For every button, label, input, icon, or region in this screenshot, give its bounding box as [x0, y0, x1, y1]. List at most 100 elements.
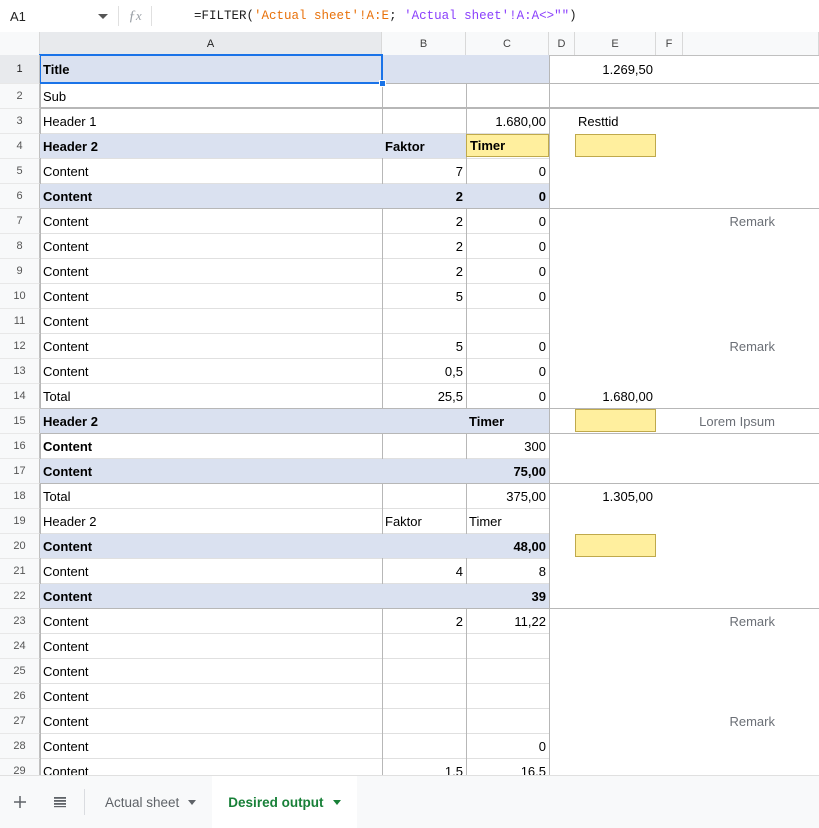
- row-header-24[interactable]: 24: [0, 634, 40, 659]
- cell-C3[interactable]: 1.680,00: [466, 109, 549, 133]
- sheet-tab-actual-sheet[interactable]: Actual sheet: [89, 776, 212, 828]
- cell-B20[interactable]: [382, 534, 466, 558]
- cell-B1[interactable]: [382, 55, 466, 83]
- cell-C20[interactable]: 48,00: [466, 534, 549, 558]
- cell-B5[interactable]: 7: [382, 159, 466, 183]
- cell-C17[interactable]: 75,00: [466, 459, 549, 483]
- cell-A3[interactable]: Header 1: [40, 109, 382, 133]
- cell-A16[interactable]: Content: [40, 434, 382, 458]
- cell-E20[interactable]: [575, 534, 656, 557]
- cell-A19[interactable]: Header 2: [40, 509, 382, 533]
- cell-B8[interactable]: 2: [382, 234, 466, 258]
- row-header-17[interactable]: 17: [0, 459, 40, 484]
- cell-E1[interactable]: 1.269,50: [575, 55, 656, 83]
- cell-E4[interactable]: [575, 134, 656, 157]
- cell-B15[interactable]: [382, 409, 466, 433]
- row-header-9[interactable]: 9: [0, 259, 40, 284]
- cell-A5[interactable]: Content: [40, 159, 382, 183]
- cell-C19[interactable]: Timer: [466, 509, 549, 533]
- cell-B17[interactable]: [382, 459, 466, 483]
- cell-A21[interactable]: Content: [40, 559, 382, 583]
- cell-A9[interactable]: Content: [40, 259, 382, 283]
- row-header-27[interactable]: 27: [0, 709, 40, 734]
- row-header-2[interactable]: 2: [0, 84, 40, 109]
- cell-B22[interactable]: [382, 584, 466, 608]
- sheet-cells[interactable]: Title 1.269,50 Sub Header 1 1.680,00 Resttid H…: [39, 54, 819, 776]
- cell-A15[interactable]: Header 2: [40, 409, 382, 433]
- cell-A24[interactable]: Content: [40, 634, 382, 658]
- cell-A4[interactable]: Header 2: [40, 134, 382, 158]
- cell-B23[interactable]: 2: [382, 609, 466, 633]
- cell-A26[interactable]: Content: [40, 684, 382, 708]
- cell-A28[interactable]: Content: [40, 734, 382, 758]
- row-header-10[interactable]: 10: [0, 284, 40, 309]
- row-header-12[interactable]: 12: [0, 334, 40, 359]
- cell-C29[interactable]: 16,5: [466, 759, 549, 776]
- row-header-20[interactable]: 20: [0, 534, 40, 559]
- cell-B19[interactable]: Faktor: [382, 509, 466, 533]
- cell-C4[interactable]: Timer: [466, 134, 549, 157]
- cell-A8[interactable]: Content: [40, 234, 382, 258]
- cell-C10[interactable]: 0: [466, 284, 549, 308]
- name-box[interactable]: A1: [0, 0, 118, 32]
- chevron-down-icon[interactable]: [332, 799, 341, 805]
- row-header-28[interactable]: 28: [0, 734, 40, 759]
- cell-C6[interactable]: 0: [466, 184, 549, 208]
- cell-C23[interactable]: 11,22: [466, 609, 549, 633]
- column-header-c[interactable]: C: [466, 32, 549, 55]
- column-header-e[interactable]: E: [575, 32, 656, 55]
- cell-E14[interactable]: 1.680,00: [575, 384, 656, 408]
- spreadsheet-grid[interactable]: A B C D E F Title 1.269,50 Sub Header 1 1.680,00 R…: [0, 32, 819, 775]
- cell-C18[interactable]: 375,00: [466, 484, 549, 508]
- row-header-23[interactable]: 23: [0, 609, 40, 634]
- row-header-1[interactable]: 1: [0, 55, 40, 84]
- cell-B12[interactable]: 5: [382, 334, 466, 358]
- cell-C16[interactable]: 300: [466, 434, 549, 458]
- cell-A25[interactable]: Content: [40, 659, 382, 683]
- cell-C12[interactable]: 0: [466, 334, 549, 358]
- cell-A17[interactable]: Content: [40, 459, 382, 483]
- remark-text-r12[interactable]: Remark: [575, 334, 778, 358]
- cell-C9[interactable]: 0: [466, 259, 549, 283]
- row-header-6[interactable]: 6: [0, 184, 40, 209]
- fill-handle[interactable]: [379, 80, 386, 87]
- cell-B4[interactable]: Faktor: [382, 134, 466, 158]
- row-header-22[interactable]: 22: [0, 584, 40, 609]
- cell-A7[interactable]: Content: [40, 209, 382, 233]
- cell-C28[interactable]: 0: [466, 734, 549, 758]
- row-header-21[interactable]: 21: [0, 559, 40, 584]
- row-header-25[interactable]: 25: [0, 659, 40, 684]
- cell-C21[interactable]: 8: [466, 559, 549, 583]
- select-all-corner[interactable]: [0, 32, 40, 55]
- column-header-a[interactable]: A: [40, 32, 382, 55]
- row-header-13[interactable]: 13: [0, 359, 40, 384]
- column-header-b[interactable]: B: [382, 32, 466, 55]
- cell-B9[interactable]: 2: [382, 259, 466, 283]
- column-header-g[interactable]: [683, 32, 819, 55]
- row-header-3[interactable]: 3: [0, 109, 40, 134]
- row-header-15[interactable]: 15: [0, 409, 40, 434]
- row-header-11[interactable]: 11: [0, 309, 40, 334]
- chevron-down-icon[interactable]: [188, 799, 197, 805]
- cell-B7[interactable]: 2: [382, 209, 466, 233]
- cell-A14[interactable]: Total: [40, 384, 382, 408]
- cell-B29[interactable]: 1,5: [382, 759, 466, 776]
- remark-text-r27[interactable]: Remark: [575, 709, 778, 733]
- row-header-29[interactable]: 29: [0, 759, 40, 775]
- remark-text-r15[interactable]: Lorem Ipsum: [575, 409, 778, 433]
- cell-B6[interactable]: 2: [382, 184, 466, 208]
- cell-A29[interactable]: Content: [40, 759, 382, 776]
- all-sheets-button[interactable]: [40, 776, 80, 828]
- remark-text-r23[interactable]: Remark: [575, 609, 778, 633]
- cell-A10[interactable]: Content: [40, 284, 382, 308]
- cell-A18[interactable]: Total: [40, 484, 382, 508]
- row-header-14[interactable]: 14: [0, 384, 40, 409]
- row-header-16[interactable]: 16: [0, 434, 40, 459]
- cell-A13[interactable]: Content: [40, 359, 382, 383]
- cell-A22[interactable]: Content: [40, 584, 382, 608]
- cell-A2[interactable]: Sub: [40, 84, 382, 108]
- column-header-d[interactable]: D: [549, 32, 575, 55]
- cell-B14[interactable]: 25,5: [382, 384, 466, 408]
- cell-B13[interactable]: 0,5: [382, 359, 466, 383]
- row-header-8[interactable]: 8: [0, 234, 40, 259]
